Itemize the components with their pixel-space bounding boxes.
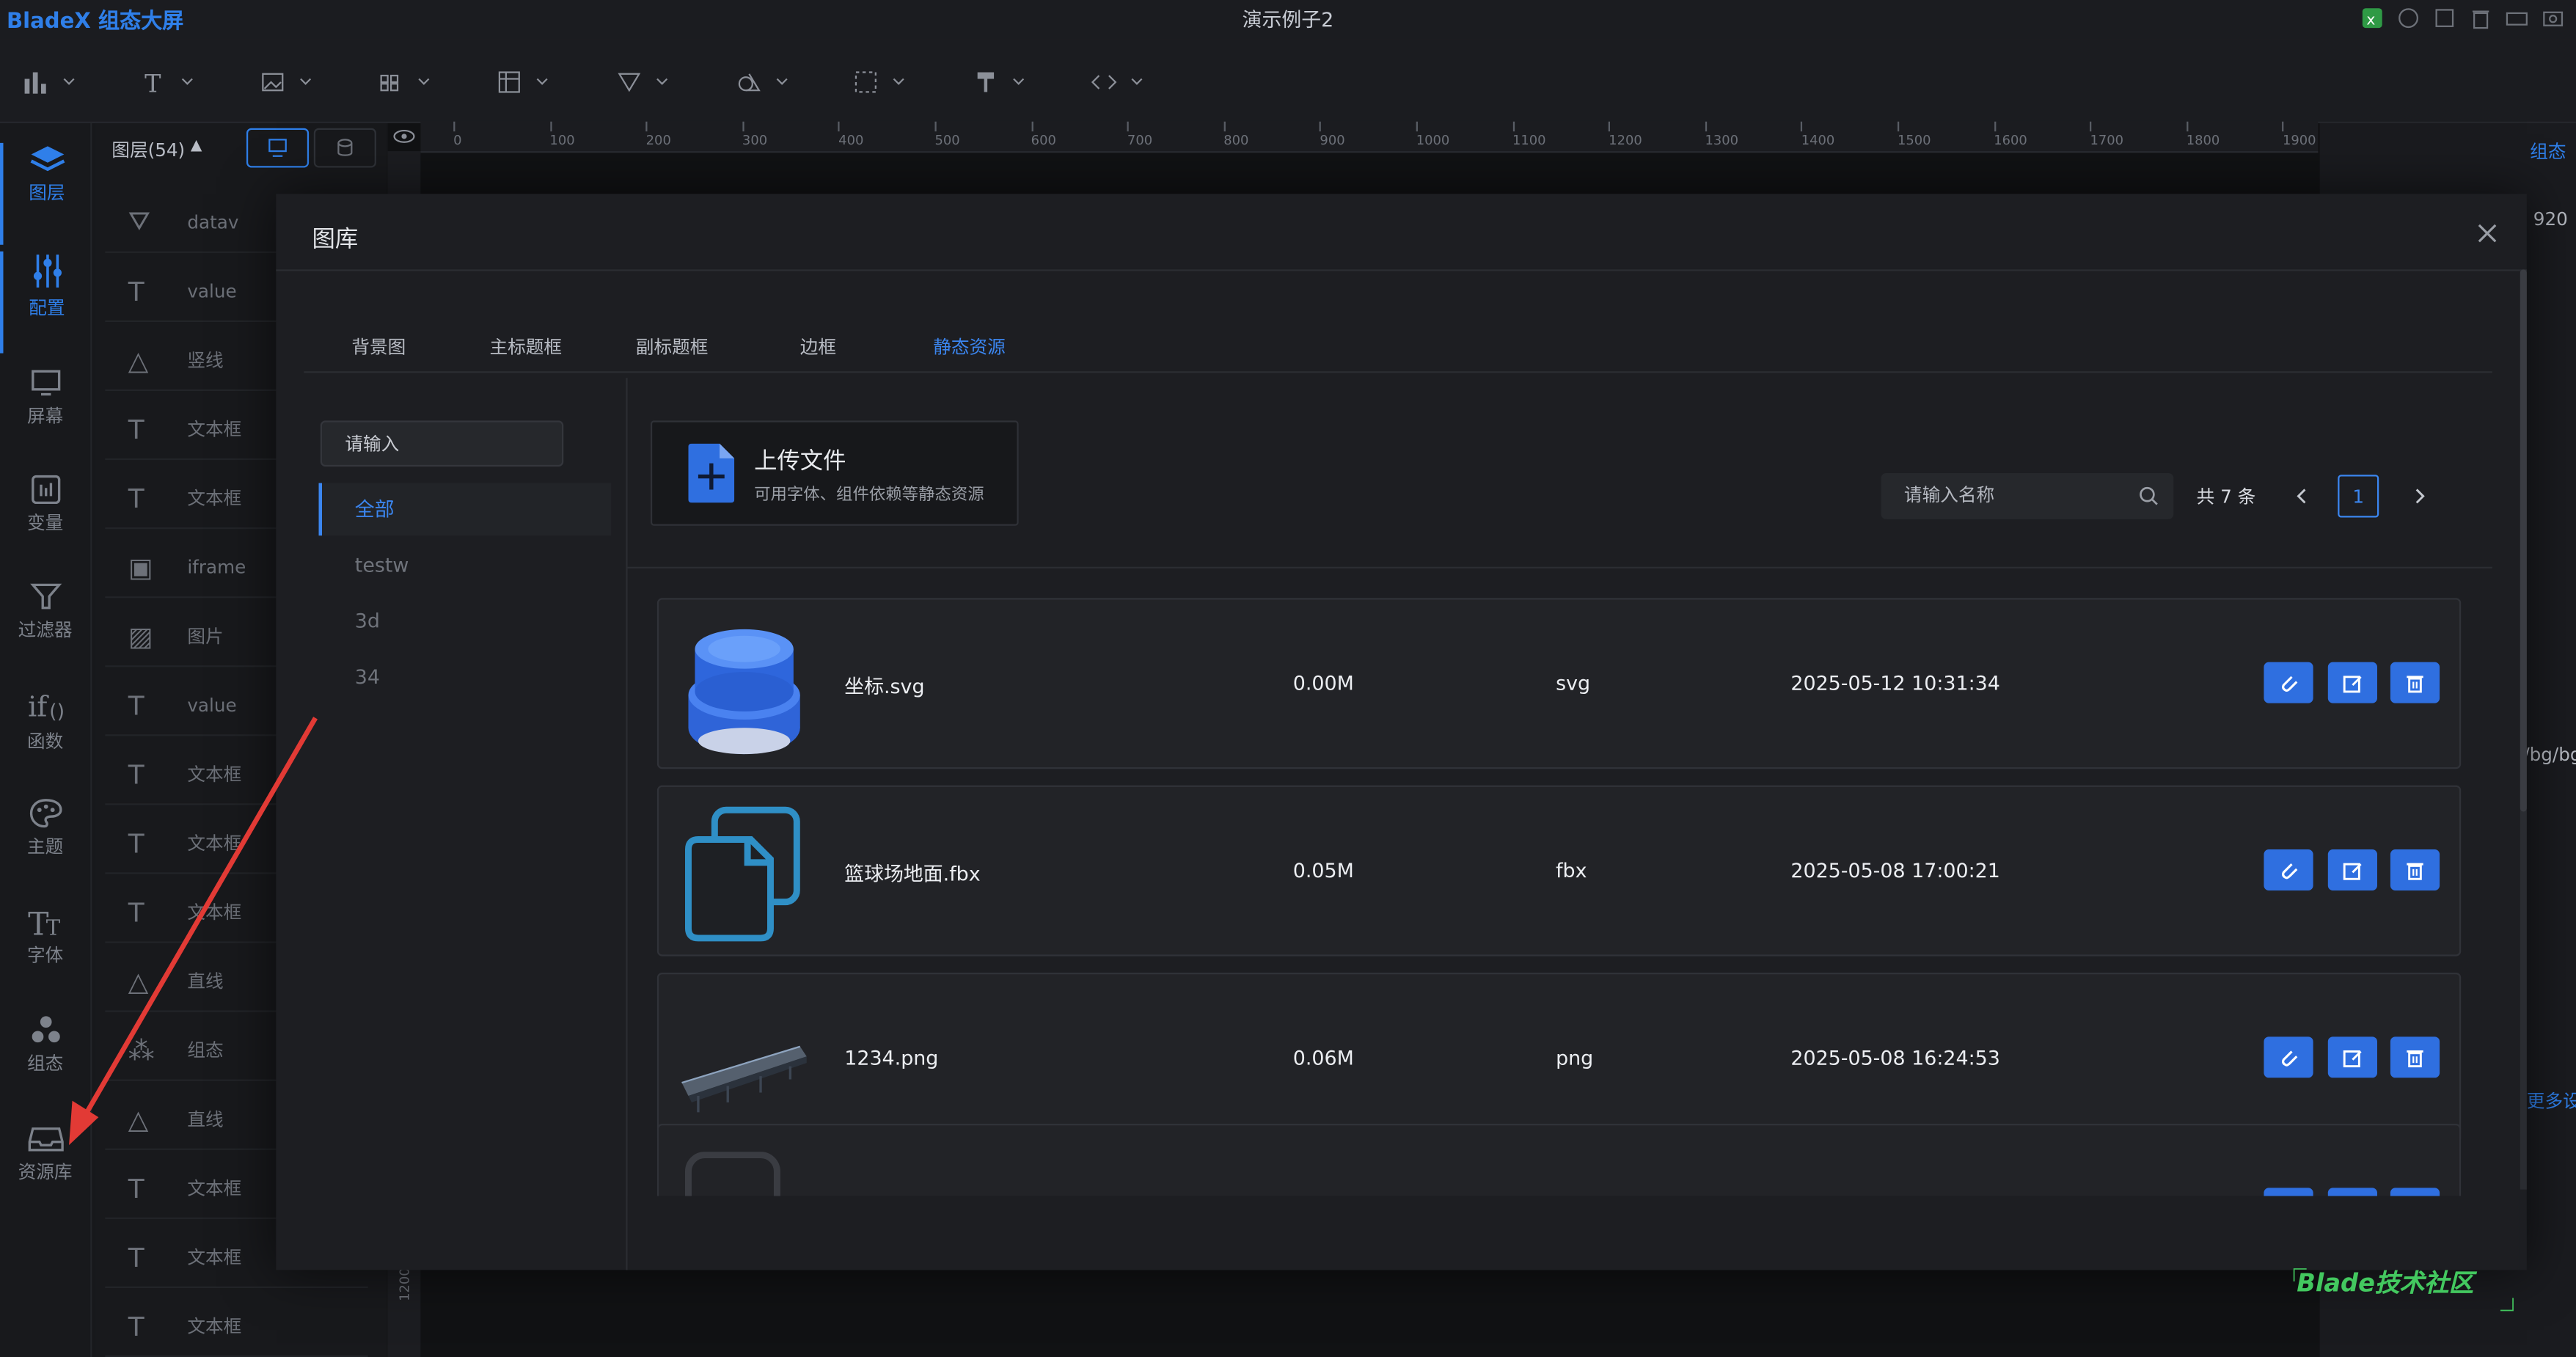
watermark-text: Blade技术社区	[2297, 1268, 2474, 1298]
annotation-arrow	[69, 717, 318, 1146]
